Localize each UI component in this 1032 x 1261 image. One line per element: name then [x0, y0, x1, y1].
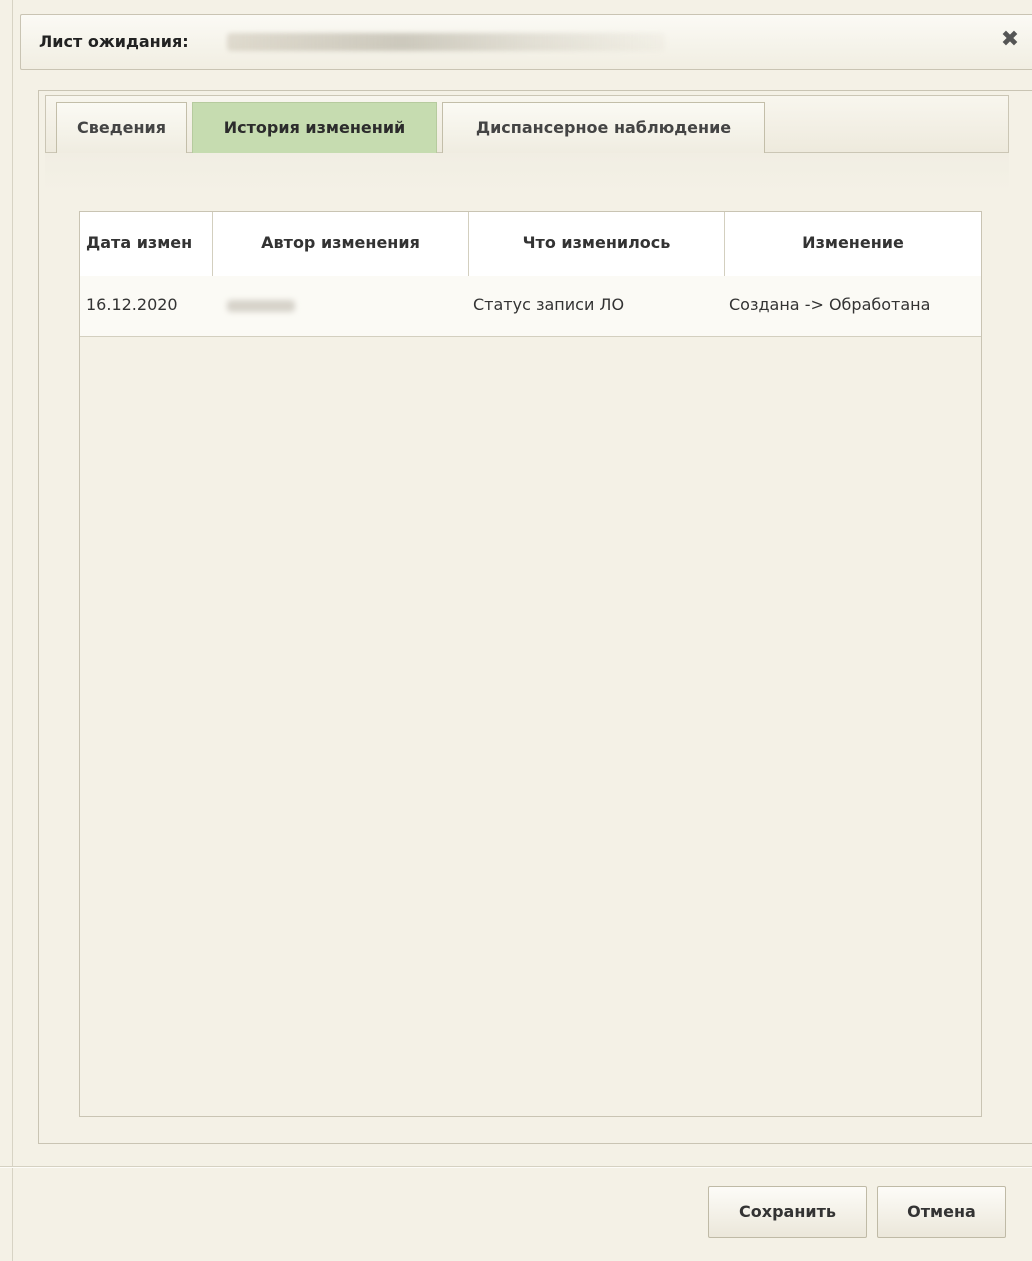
column-header-what-changed[interactable]: Что изменилось — [469, 212, 725, 276]
cancel-button[interactable]: Отмена — [877, 1186, 1006, 1238]
tab-details[interactable]: Сведения — [56, 102, 187, 155]
tab-strip: Сведения История изменений Диспансерное … — [45, 95, 1009, 155]
redacted-patient-info — [227, 33, 665, 51]
cell-author — [213, 276, 469, 335]
cell-what-changed: Статус записи ЛО — [473, 295, 625, 314]
grid-header: Дата измен Автор изменения Что изменилос… — [80, 212, 981, 277]
tab-dispensary-observation[interactable]: Диспансерное наблюдение — [442, 102, 765, 155]
history-grid: Дата измен Автор изменения Что изменилос… — [79, 211, 982, 1117]
column-header-date[interactable]: Дата измен — [80, 212, 213, 276]
tab-content — [45, 153, 1009, 193]
column-header-change[interactable]: Изменение — [725, 212, 981, 276]
redacted-author — [227, 299, 295, 312]
save-button[interactable]: Сохранить — [708, 1186, 867, 1238]
cell-date: 16.12.2020 — [86, 295, 178, 314]
window-edge — [0, 0, 13, 1261]
waitlist-dialog: Лист ожидания: ✖ Сведения История измене… — [0, 0, 1032, 1261]
dialog-titlebar[interactable]: Лист ожидания: ✖ — [20, 14, 1032, 70]
cell-change: Создана -> Обработана — [729, 295, 931, 314]
tab-panel: Сведения История изменений Диспансерное … — [38, 90, 1032, 1144]
close-icon[interactable]: ✖ — [998, 27, 1022, 53]
table-row[interactable]: 16.12.2020 Статус записи ЛО Создана -> О… — [80, 276, 981, 337]
column-header-author[interactable]: Автор изменения — [213, 212, 469, 276]
tab-change-history[interactable]: История изменений — [192, 102, 437, 155]
footer-divider-highlight — [0, 1167, 1032, 1168]
dialog-title: Лист ожидания: — [39, 32, 189, 51]
